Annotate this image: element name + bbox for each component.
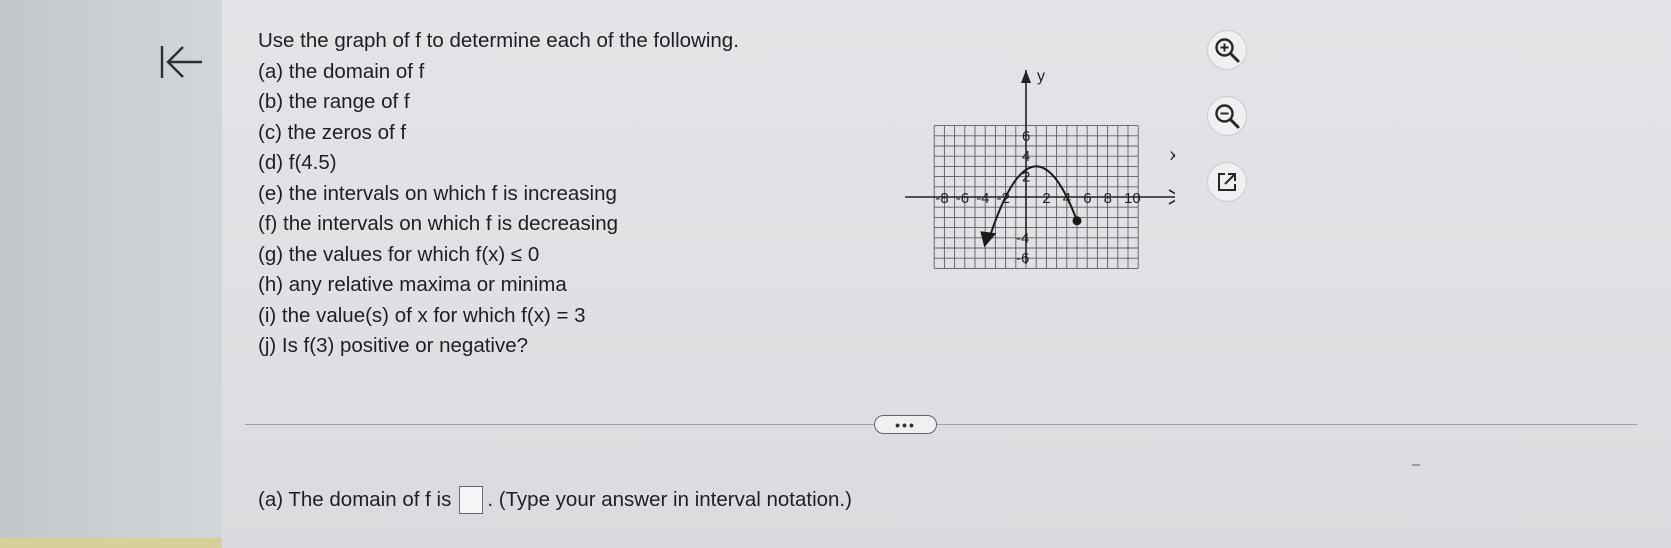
question-part-a: (a) the domain of f bbox=[258, 59, 425, 83]
question-part-h: (h) any relative maxima or minima bbox=[258, 273, 567, 296]
x-tick-label: 2 bbox=[1042, 190, 1050, 207]
zoom-out-button[interactable] bbox=[1207, 96, 1247, 136]
question-part-e: (e) the intervals on which f is increasi… bbox=[258, 181, 617, 205]
function-graph: y x -8 -6 -4 -2 2 4 6 8 10 6 4 2 -4 -6 bbox=[905, 64, 1187, 270]
answer-suffix: . (Type your answer in interval notation… bbox=[487, 488, 852, 511]
question-part-j: (j) Is f(3) positive or negative? bbox=[258, 334, 529, 357]
answer-prefix: (a) The domain of f is bbox=[258, 488, 452, 511]
zoom-in-icon bbox=[1215, 38, 1240, 63]
x-tick-label: 8 bbox=[1104, 190, 1112, 207]
y-tick-label: 4 bbox=[1022, 148, 1030, 165]
zoom-out-icon bbox=[1215, 104, 1240, 129]
x-tick-label: -6 bbox=[956, 190, 969, 207]
question-part-c: (c) the zeros of f bbox=[258, 120, 407, 144]
open-external-button[interactable] bbox=[1207, 162, 1247, 202]
divider-right bbox=[937, 424, 1637, 425]
curve-arrow-down bbox=[980, 231, 997, 248]
question-part-i: (i) the value(s) of x for which f(x) = 3 bbox=[258, 303, 586, 327]
y-axis-label: y bbox=[1037, 68, 1045, 85]
answer-input-box[interactable] bbox=[459, 486, 484, 514]
graph-svg: y x -8 -6 -4 -2 2 4 6 8 10 642-4-6 bbox=[905, 68, 1187, 269]
y-axis-arrow bbox=[1021, 70, 1031, 83]
panel-bottom-strip bbox=[0, 538, 222, 548]
y-tick-label: 6 bbox=[1022, 128, 1030, 145]
x-tick-label: 10 bbox=[1124, 190, 1141, 207]
x-tick-labels: -8 -6 -4 -2 2 4 6 8 10 bbox=[935, 190, 1140, 207]
collapse-back-button[interactable] bbox=[158, 42, 204, 88]
y-tick-label: -6 bbox=[1016, 250, 1029, 267]
x-tick-label: -8 bbox=[935, 190, 948, 207]
curve-closed-endpoint bbox=[1072, 216, 1082, 226]
open-external-icon bbox=[1218, 173, 1236, 191]
question-part-g: (g) the values for which f(x) ≤ 0 bbox=[258, 242, 540, 266]
answer-line: (a) The domain of f is . (Type your answ… bbox=[258, 486, 852, 514]
y-tick-label: -4 bbox=[1016, 230, 1029, 247]
x-tick-label: -4 bbox=[976, 190, 989, 207]
question-part-f: (f) the intervals on which f is decreasi… bbox=[258, 212, 619, 235]
divider-left bbox=[245, 424, 874, 425]
collapse-left-arrow-icon bbox=[160, 46, 202, 78]
question-title: Use the graph of f to determine each of … bbox=[258, 29, 739, 52]
question-part-b: (b) the range of f bbox=[258, 90, 410, 113]
decorative-dash bbox=[1412, 464, 1420, 466]
x-tick-label: 6 bbox=[1083, 190, 1091, 207]
question-text: Use the graph of f to determine each of … bbox=[258, 26, 739, 362]
more-options-button[interactable]: ••• bbox=[874, 415, 937, 434]
question-part-d: (d) f(4.5) bbox=[258, 151, 337, 174]
zoom-in-button[interactable] bbox=[1207, 30, 1247, 70]
x-axis-label: x bbox=[1170, 147, 1175, 164]
